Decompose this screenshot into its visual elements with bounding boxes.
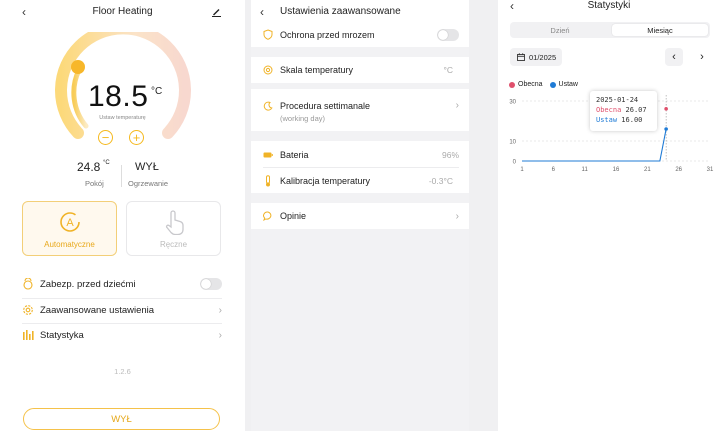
frost-protection-row: Ochrona przed mrozem <box>263 28 459 41</box>
tooltip-set-label: Ustaw <box>596 116 618 124</box>
mode-automatic-label: Automatyczne <box>44 240 95 249</box>
weekly-procedure-row[interactable]: Procedura settimanale › <box>263 99 459 112</box>
battery-value: 96% <box>441 149 459 160</box>
floor-heating-screen: ‹ Floor Heating 18.5 °C Ustaw temperatur… <box>0 0 245 431</box>
tooltip-current-value: 26.07 <box>625 106 647 114</box>
gear-icon <box>22 304 34 316</box>
dial-handle[interactable] <box>71 60 85 74</box>
temperature-calibration-row[interactable]: Kalibracja temperatury -0.3°C <box>263 174 459 187</box>
statistics-label: Statystyka <box>40 329 84 341</box>
room-temperature-label: Pokój <box>85 179 104 188</box>
series-point-set <box>664 127 668 131</box>
temperature-scale-label: Skala temperatury <box>280 65 354 75</box>
edit-pencil-icon[interactable] <box>210 5 222 17</box>
chevron-right-icon: › <box>218 329 222 341</box>
calendar-icon <box>516 53 525 62</box>
previous-month-button[interactable]: ‹ <box>665 48 683 66</box>
y-tick-label: 10 <box>509 140 516 146</box>
next-month-button[interactable]: › <box>693 48 711 66</box>
chevron-right-icon: › <box>455 210 459 222</box>
x-tick-label: 21 <box>644 167 651 173</box>
legend-set-dot <box>549 81 556 88</box>
temperature-scale-row[interactable]: Skala temperatury °C <box>263 63 459 77</box>
heating-status-value: WYŁ <box>135 161 159 173</box>
y-tick-label: 30 <box>509 100 516 106</box>
mode-automatic-card[interactable]: A Automatyczne <box>22 201 117 256</box>
x-tick-label: 16 <box>613 167 620 173</box>
back-arrow-icon[interactable]: ‹ <box>260 6 264 18</box>
x-tick-label: 1 <box>520 167 524 173</box>
svg-text:A: A <box>66 217 74 229</box>
temperature-scale-value: °C <box>443 65 453 75</box>
y-tick-label: 0 <box>513 160 517 166</box>
child-lock-icon <box>22 278 34 290</box>
legend-set-label: Ustaw <box>558 81 578 88</box>
app-version: 1.2.6 <box>114 367 131 376</box>
chat-bubble-icon <box>263 211 273 221</box>
feedback-label: Opinie <box>280 211 307 221</box>
chevron-right-icon: › <box>218 304 222 316</box>
auto-mode-icon: A <box>58 210 82 234</box>
statistics-screen: ‹ Statystyki Dzień Miesiąc 01/2025 ‹ › O… <box>498 0 720 431</box>
page-title: Statystyki <box>587 0 631 11</box>
bar-chart-icon <box>22 329 34 341</box>
series-line-set <box>522 128 667 162</box>
decrease-temperature-button[interactable]: − <box>98 130 113 145</box>
tab-day[interactable]: Dzień <box>512 24 608 36</box>
temperature-calibration-value: -0.3°C <box>428 175 453 186</box>
page-title: Floor Heating <box>92 6 153 17</box>
room-temperature-unit: °C <box>103 160 110 166</box>
battery-icon <box>263 150 273 160</box>
hand-tap-icon <box>162 209 186 235</box>
scale-icon <box>263 65 273 75</box>
child-lock-toggle[interactable] <box>200 278 222 290</box>
advanced-settings-row[interactable]: Zaawansowane ustawienia › <box>22 298 222 322</box>
thermometer-icon <box>263 174 273 187</box>
increase-temperature-button[interactable]: + <box>129 130 144 145</box>
legend-current-label: Obecna <box>518 81 543 88</box>
moon-clock-icon <box>263 101 273 111</box>
tooltip-current-label: Obecna <box>596 106 622 114</box>
mode-manual-label: Ręczne <box>159 240 188 249</box>
chart-tooltip: 2025-01-24 Obecna 26.07 Ustaw 16.00 <box>590 91 657 131</box>
set-temperature-unit: °C <box>151 86 163 97</box>
date-label: 01/2025 <box>529 52 557 62</box>
weekly-procedure-sublabel: (working day) <box>280 114 326 123</box>
divider <box>121 165 122 187</box>
temperature-calibration-label: Kalibracja temperatury <box>280 175 371 186</box>
battery-label: Bateria <box>280 149 309 160</box>
tooltip-date: 2025-01-24 <box>596 96 639 104</box>
set-temperature-value: 18.5 <box>88 80 149 113</box>
heating-status-label: Ogrzewanie <box>128 179 169 188</box>
x-tick-label: 26 <box>675 167 682 173</box>
feedback-row[interactable]: Opinie › <box>263 209 459 223</box>
advanced-settings-screen: ‹ Ustawienia zaawansowane Ochrona przed … <box>251 0 469 431</box>
frost-protection-toggle[interactable] <box>437 28 459 41</box>
x-tick-label: 6 <box>552 167 556 173</box>
child-lock-label: Zabezp. przed dziećmi <box>40 278 136 290</box>
series-point-current <box>664 107 668 111</box>
frost-protection-label: Ochrona przed mrozem <box>280 29 375 40</box>
room-temperature-value: 24.8 <box>77 160 101 174</box>
statistics-row[interactable]: Statystyka › <box>22 323 222 347</box>
x-tick-label: 11 <box>582 167 589 173</box>
page-title: Ustawienia zaawansowane <box>280 6 401 17</box>
mode-manual-card[interactable]: Ręczne <box>126 201 221 256</box>
period-segmented-control: Dzień Miesiąc <box>510 22 710 38</box>
shield-icon <box>263 29 273 40</box>
divider <box>263 167 459 168</box>
x-tick-label: 31 <box>707 167 714 173</box>
chart-legend: Obecna Ustaw <box>509 81 578 88</box>
child-lock-row: Zabezp. przed dziećmi <box>22 272 222 296</box>
set-temperature-label: Ustaw temperaturę <box>99 115 146 121</box>
chevron-right-icon: › <box>455 100 459 111</box>
tab-month[interactable]: Miesiąc <box>612 24 708 36</box>
legend-current-dot <box>509 81 515 88</box>
date-picker-button[interactable]: 01/2025 <box>510 48 562 66</box>
tooltip-set-value: 16.00 <box>621 116 643 124</box>
advanced-settings-label: Zaawansowane ustawienia <box>40 304 155 316</box>
power-off-button[interactable]: WYŁ <box>23 408 220 430</box>
weekly-procedure-label: Procedura settimanale <box>280 100 371 111</box>
battery-row: Bateria 96% <box>263 148 459 161</box>
